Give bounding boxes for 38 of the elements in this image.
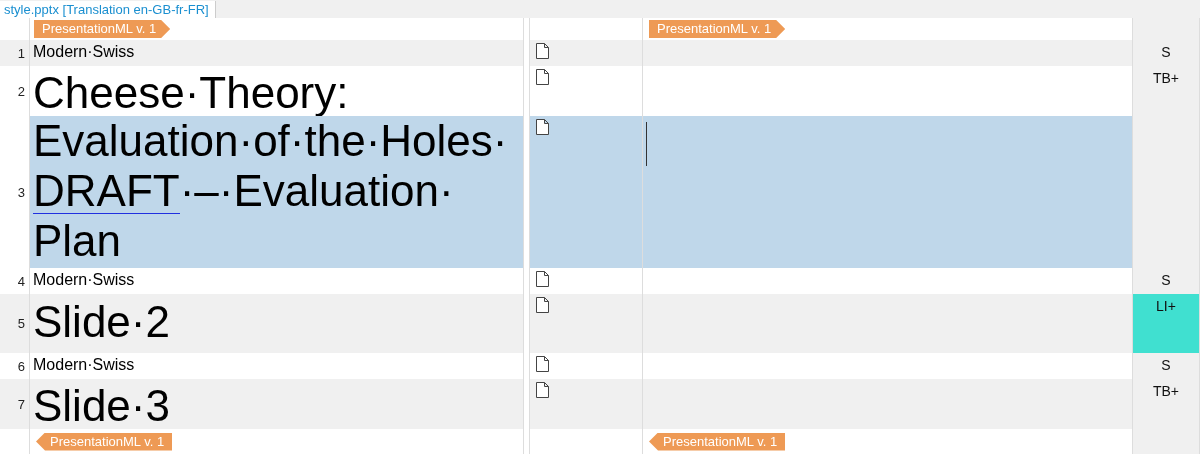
- document-icon: [536, 271, 549, 287]
- target-cell[interactable]: [643, 294, 1133, 353]
- source-text: Evaluation·of·the·Holes· DRAFT·–·Evaluation·Plan: [33, 116, 509, 266]
- source-text: Modern·Swiss: [33, 271, 136, 289]
- tag-marker: PresentationML v. 1: [34, 20, 171, 38]
- tag-marker: PresentationML v. 1: [36, 432, 173, 451]
- status-cell: [1133, 429, 1200, 454]
- document-tab[interactable]: style.pptx [Translation en-GB-fr-FR]: [0, 1, 216, 18]
- line-number: 6: [17, 358, 25, 374]
- source-text: Slide·3: [33, 383, 171, 429]
- line-number: 2: [17, 83, 25, 99]
- line-number: 7: [17, 396, 25, 412]
- document-icon: [536, 356, 549, 372]
- document-icon: [536, 69, 549, 85]
- status-cell: S: [1133, 40, 1200, 66]
- line-number: 3: [17, 184, 25, 200]
- status-cell: TB+: [1133, 379, 1200, 429]
- document-icon: [536, 43, 549, 59]
- status-cell: LI+: [1133, 294, 1200, 353]
- target-cell[interactable]: [643, 379, 1133, 429]
- source-text: Cheese·Theory:: [33, 70, 350, 116]
- line-number: 5: [17, 316, 25, 331]
- target-cell[interactable]: [643, 40, 1133, 66]
- source-text: Modern·Swiss: [33, 356, 136, 374]
- text-cursor: [646, 122, 647, 166]
- document-icon: [536, 382, 549, 398]
- document-icon: [536, 297, 549, 313]
- target-cell[interactable]: [643, 116, 1133, 268]
- source-text: Slide·2: [33, 296, 171, 348]
- line-number: 1: [17, 45, 25, 61]
- status-cell: TB+: [1133, 66, 1200, 116]
- tag-marker: PresentationML v. 1: [649, 20, 786, 38]
- status-cell: S: [1133, 353, 1200, 379]
- tag-marker: PresentationML v. 1: [649, 432, 786, 451]
- source-text: Modern·Swiss: [33, 43, 136, 61]
- document-icon: [536, 119, 549, 135]
- status-cell: S: [1133, 268, 1200, 294]
- line-number: 4: [17, 273, 25, 289]
